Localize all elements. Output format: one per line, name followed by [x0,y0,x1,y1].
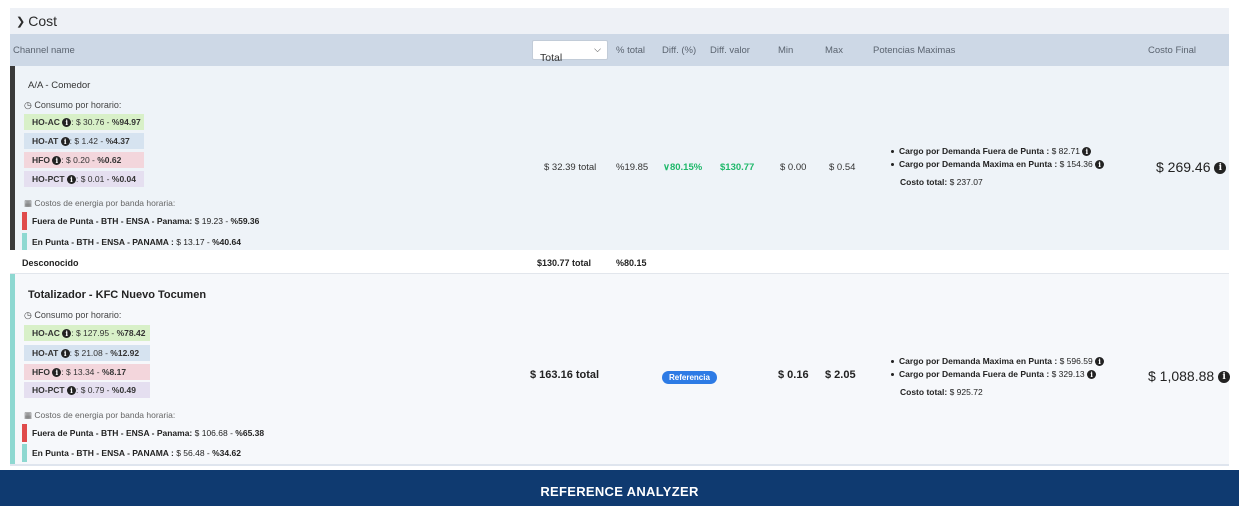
band-color-swatch [22,444,27,462]
potencia-item: Cargo por Demanda Fuera de Punta : $ 82.… [891,146,1092,157]
banda-en-punta: En Punta - BTH - ENSA - PANAMA : $ 13.17… [22,233,241,251]
row-diff-valor: $130.77 [720,162,755,173]
info-icon[interactable]: i [62,329,72,339]
table-row: Totalizador - KFC Nuevo Tocumen ◷ Consum… [10,274,1231,464]
table-row-desconocido: Desconocido $130.77 total %80.15 [10,250,1229,274]
header-max: Max [825,45,843,56]
chevron-down-icon: ∨ [663,162,670,173]
horario-ho-ac: HO-AC i: $ 127.95 - %78.42 [24,325,150,341]
row-diff-pct: ∨80.15% [663,162,703,173]
potencia-item: Cargo por Demanda Maxima en Punta : $ 15… [891,159,1105,170]
energia-label: ▦ Costos de energia por banda horaria: [24,198,176,208]
info-icon[interactable]: i [60,349,70,359]
cost-panel: ❯ Cost Channel name Total ⌵ % total Diff… [10,8,1231,464]
band-color-swatch [22,233,27,251]
row-total: $ 163.16 total [530,369,600,381]
potencia-item: Cargo por Demanda Maxima en Punta : $ 59… [891,356,1105,367]
info-icon[interactable]: i [1087,370,1097,380]
info-icon[interactable]: i [60,137,70,147]
costo-total: Costo total: $ 925.72 [900,387,983,397]
row-max: $ 2.05 [825,369,856,381]
horario-ho-pct: HO-PCT i: $ 0.79 - %0.49 [24,382,150,398]
banda-fuera-de-punta: Fuera de Punta - BTH - ENSA - Panama: $ … [22,424,264,442]
total-select[interactable]: Total ⌵ [532,40,608,64]
horario-ho-at: HO-AT i: $ 21.08 - %12.92 [24,345,150,361]
costo-total: Costo total: $ 237.07 [900,177,983,187]
info-icon[interactable]: i [1218,371,1231,384]
consumo-label: ◷ Consumo por horario: [24,100,122,110]
document-icon: ▦ [24,198,33,208]
header-channel-name: Channel name [13,45,75,56]
row-pct-total: %19.85 [616,162,649,173]
banda-en-punta: En Punta - BTH - ENSA - PANAMA : $ 56.48… [22,444,241,462]
row-total: $130.77 total [537,258,592,268]
energia-label: ▦ Costos de energia por banda horaria: [24,410,176,420]
band-color-swatch [22,212,27,230]
clock-icon: ◷ [24,310,32,320]
info-icon[interactable]: i [1095,160,1105,170]
info-icon[interactable]: i [62,118,72,128]
total-select-value: Total [540,52,563,64]
consumo-label: ◷ Consumo por horario: [24,310,122,320]
horario-hfo: HFO i: $ 13.34 - %8.17 [24,364,150,380]
header-potencias: Potencias Maximas [873,45,956,56]
row-color-stripe [10,274,15,464]
channel-name: Desconocido [22,258,79,268]
document-icon: ▦ [24,410,33,420]
footer-title: REFERENCE ANALYZER [540,484,699,499]
info-icon[interactable]: i [1214,162,1227,175]
info-icon[interactable]: i [66,175,76,185]
row-min: $ 0.00 [780,162,807,173]
info-icon[interactable]: i [52,156,62,166]
horario-ho-ac: HO-AC i: $ 30.76 - %94.97 [24,114,144,130]
info-icon[interactable]: i [52,368,62,378]
channel-name: A/A - Comedor [28,80,91,91]
cost-section-label: Cost [28,13,58,29]
header-costo-final: Costo Final [1148,45,1197,56]
row-max: $ 0.54 [829,162,856,173]
reference-badge: Referencia [662,371,717,384]
costo-final-value: $ 1,088.88 i [1148,368,1231,384]
info-icon[interactable]: i [1082,147,1092,157]
potencia-item: Cargo por Demanda Fuera de Punta : $ 329… [891,369,1097,380]
divider [10,464,1229,466]
header-pct-total: % total [616,45,646,56]
table-row: A/A - Comedor ◷ Consumo por horario: HO-… [10,66,1229,251]
info-icon[interactable]: i [66,386,76,396]
chevron-down-icon: ❯ [16,15,26,28]
row-pct-total: %80.15 [616,258,647,268]
chevron-down-icon: ⌵ [594,44,601,54]
table-header: Channel name Total ⌵ % total Diff. (%) D… [10,34,1229,66]
cost-section-toggle[interactable]: ❯ Cost [10,8,1229,34]
row-color-stripe [10,66,15,250]
channel-name: Totalizador - KFC Nuevo Tocumen [28,289,207,301]
band-color-swatch [22,424,27,442]
horario-hfo: HFO i: $ 0.20 - %0.62 [24,152,144,168]
horario-ho-at: HO-AT i: $ 1.42 - %4.37 [24,133,144,149]
header-diff-valor: Diff. valor [710,45,750,56]
header-diff-pct: Diff. (%) [662,45,697,56]
header-min: Min [778,45,794,56]
row-total: $ 32.39 total [544,162,597,173]
banda-fuera-de-punta: Fuera de Punta - BTH - ENSA - Panama: $ … [22,212,259,230]
footer-banner: REFERENCE ANALYZER [0,470,1239,506]
info-icon[interactable]: i [1095,357,1105,367]
costo-final-value: $ 269.46 i [1156,159,1227,175]
clock-icon: ◷ [24,100,32,110]
row-min: $ 0.16 [778,369,809,381]
horario-ho-pct: HO-PCT i: $ 0.01 - %0.04 [24,171,144,187]
